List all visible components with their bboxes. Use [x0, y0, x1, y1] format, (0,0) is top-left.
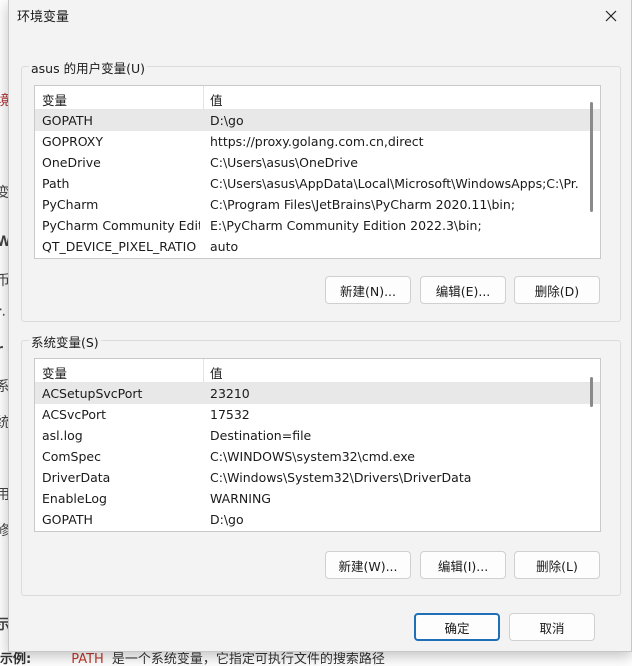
scrollbar-thumb[interactable] — [590, 377, 593, 407]
list-header: 变量 值 — [35, 359, 600, 383]
variable-name: ACSetupSvcPort — [42, 386, 143, 401]
table-row[interactable]: GOPATH D:\go — [35, 509, 600, 530]
ok-button[interactable]: 确定 — [414, 613, 500, 641]
variable-value: auto — [210, 239, 239, 254]
variable-value: 17532 — [210, 407, 250, 422]
variable-value: Destination=file — [210, 428, 312, 443]
close-button[interactable] — [597, 3, 625, 29]
variable-value: E:\PyCharm Community Edition 2022.3\bin; — [210, 218, 482, 233]
variable-value: C:\Users\asus\AppData\Local\Microsoft\Wi… — [210, 176, 580, 191]
variable-value: 23210 — [210, 386, 250, 401]
variable-value: WARNING — [210, 491, 271, 506]
cancel-button[interactable]: 取消 — [509, 613, 595, 641]
table-row[interactable]: ACSetupSvcPort 23210 — [35, 383, 600, 404]
column-header-value[interactable]: 值 — [210, 363, 223, 382]
bg-footer-text: 是一个系统变量，它指定可执行文件的搜索路径 — [111, 652, 385, 666]
vertical-scrollbar[interactable] — [582, 86, 600, 258]
variable-name: OneDrive — [42, 155, 101, 170]
user-variables-list[interactable]: 变量 值 GOPATH D:\go GOPROXY https://proxy.go… — [34, 85, 601, 259]
variable-value: D:\go — [210, 113, 244, 128]
variable-name: ComSpec — [42, 449, 101, 464]
close-icon — [605, 10, 617, 22]
system-edit-button[interactable]: 编辑(I)... — [420, 551, 506, 579]
variable-name: PyCharm — [42, 197, 99, 212]
table-row[interactable]: GOPATH D:\go — [35, 110, 600, 131]
title-bar: 环境变量 — [9, 0, 631, 32]
vertical-scrollbar[interactable] — [582, 359, 600, 531]
column-header-value[interactable]: 值 — [210, 90, 223, 109]
user-edit-button[interactable]: 编辑(E)... — [420, 276, 506, 304]
bg-footer-highlight: PATH — [71, 652, 104, 666]
table-row[interactable]: Path C:\Users\asus\AppData\Local\Microsof… — [35, 173, 600, 194]
user-new-button[interactable]: 新建(N)... — [325, 276, 411, 304]
variable-name: Path — [42, 176, 70, 191]
bg-text-5: ∴ — [0, 305, 5, 321]
dialog-title: 环境变量 — [17, 10, 70, 25]
variable-name: QT_DEVICE_PIXEL_RATIO — [42, 239, 197, 254]
variable-value: C:\Windows\System32\Drivers\DriverData — [210, 470, 472, 485]
system-new-button[interactable]: 新建(W)... — [325, 551, 411, 579]
variable-value: C:\Program Files\JetBrains\PyCharm 2020.… — [210, 197, 516, 212]
variable-name: DriverData — [42, 470, 111, 485]
variable-name: EnableLog — [42, 491, 107, 506]
variable-name: PyCharm Community Editi... — [42, 218, 200, 233]
table-row[interactable]: ComSpec C:\WINDOWS\system32\cmd.exe — [35, 446, 600, 467]
user-variables-label: asus 的用户变量(U) — [29, 58, 147, 77]
variable-name: GOPATH — [42, 113, 93, 128]
variable-name: asl.log — [42, 428, 83, 443]
user-delete-button[interactable]: 删除(D) — [514, 276, 600, 304]
variable-value: C:\WINDOWS\system32\cmd.exe — [210, 449, 415, 464]
table-row[interactable]: PyCharm C:\Program Files\JetBrains\PyChar… — [35, 194, 600, 215]
table-row[interactable]: QT_DEVICE_PIXEL_RATIO auto — [35, 236, 600, 257]
variable-name: ACSvcPort — [42, 407, 107, 422]
bg-text-6: r — [0, 342, 3, 358]
environment-variables-dialog: 环境变量 asus 的用户变量(U) 变量 值 GOPATH D:\go GOPR… — [8, 0, 632, 652]
system-variables-label: 系统变量(S) — [29, 332, 101, 351]
variable-value: D:\go — [210, 512, 244, 527]
variable-name: GOPROXY — [42, 134, 103, 149]
column-header-name[interactable]: 变量 — [42, 363, 67, 382]
system-delete-button[interactable]: 删除(L) — [514, 551, 600, 579]
column-header-name[interactable]: 变量 — [42, 90, 67, 109]
scrollbar-thumb[interactable] — [590, 102, 593, 212]
variable-value: https://proxy.golang.com.cn,direct — [210, 134, 424, 149]
table-row[interactable]: ACSvcPort 17532 — [35, 404, 600, 425]
table-row[interactable]: DriverData C:\Windows\System32\Drivers\Dr… — [35, 467, 600, 488]
table-row[interactable]: PyCharm Community Editi... E:\PyCharm Com… — [35, 215, 600, 236]
table-row[interactable]: OneDrive C:\Users\asus\OneDrive — [35, 152, 600, 173]
variable-name: GOPATH — [42, 512, 93, 527]
list-header: 变量 值 — [35, 86, 600, 110]
column-separator[interactable] — [203, 359, 204, 383]
variable-value: C:\Users\asus\OneDrive — [210, 155, 358, 170]
table-row[interactable]: GOPROXY https://proxy.golang.com.cn,direc… — [35, 131, 600, 152]
table-row[interactable]: asl.log Destination=file — [35, 425, 600, 446]
column-separator[interactable] — [203, 86, 204, 110]
bg-footer-prefix: 示例: — [0, 652, 32, 666]
system-variables-list[interactable]: 变量 值 ACSetupSvcPort 23210 ACSvcPort 17532 … — [34, 358, 601, 532]
table-row[interactable]: EnableLog WARNING — [35, 488, 600, 509]
